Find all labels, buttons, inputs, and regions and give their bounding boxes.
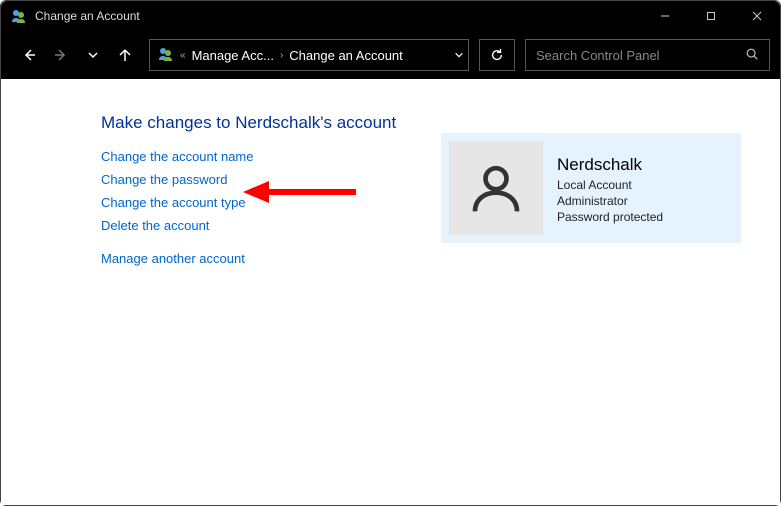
window-controls bbox=[642, 1, 780, 31]
account-type: Local Account bbox=[557, 177, 663, 193]
link-change-account-name[interactable]: Change the account name bbox=[101, 149, 441, 164]
chevron-right-icon: › bbox=[280, 50, 283, 61]
link-change-password[interactable]: Change the password bbox=[101, 172, 441, 187]
users-icon bbox=[11, 8, 27, 24]
actions-column: Make changes to Nerdschalk's account Cha… bbox=[101, 113, 441, 274]
breadcrumb[interactable]: « Manage Acc... › Change an Account bbox=[149, 39, 469, 71]
account-role: Administrator bbox=[557, 193, 663, 209]
account-name: Nerdschalk bbox=[557, 155, 663, 175]
forward-button[interactable] bbox=[47, 41, 75, 69]
maximize-button[interactable] bbox=[688, 1, 734, 31]
users-icon bbox=[158, 46, 174, 65]
refresh-button[interactable] bbox=[479, 39, 515, 71]
recent-locations-button[interactable] bbox=[79, 41, 107, 69]
breadcrumb-overflow-icon[interactable]: « bbox=[180, 50, 186, 61]
chevron-down-icon[interactable] bbox=[454, 48, 464, 63]
window-titlebar: Change an Account bbox=[1, 1, 780, 31]
avatar bbox=[449, 141, 543, 235]
content-area: Make changes to Nerdschalk's account Cha… bbox=[1, 79, 780, 505]
search-input[interactable]: Search Control Panel bbox=[525, 39, 770, 71]
link-change-account-type[interactable]: Change the account type bbox=[101, 195, 441, 210]
minimize-button[interactable] bbox=[642, 1, 688, 31]
account-protection: Password protected bbox=[557, 209, 663, 225]
search-icon bbox=[745, 47, 759, 64]
breadcrumb-item-manage-accounts[interactable]: Manage Acc... bbox=[192, 48, 274, 63]
window-title: Change an Account bbox=[35, 9, 140, 23]
link-delete-account[interactable]: Delete the account bbox=[101, 218, 441, 233]
account-card[interactable]: Nerdschalk Local Account Administrator P… bbox=[441, 133, 741, 243]
page-heading: Make changes to Nerdschalk's account bbox=[101, 113, 441, 133]
up-button[interactable] bbox=[111, 41, 139, 69]
back-button[interactable] bbox=[15, 41, 43, 69]
navigation-bar: « Manage Acc... › Change an Account Sear… bbox=[1, 31, 780, 79]
link-manage-another-account[interactable]: Manage another account bbox=[101, 251, 441, 266]
account-info: Nerdschalk Local Account Administrator P… bbox=[557, 141, 663, 226]
breadcrumb-item-change-account[interactable]: Change an Account bbox=[289, 48, 402, 63]
search-placeholder: Search Control Panel bbox=[536, 48, 660, 63]
close-button[interactable] bbox=[734, 1, 780, 31]
account-column: Nerdschalk Local Account Administrator P… bbox=[441, 133, 741, 243]
